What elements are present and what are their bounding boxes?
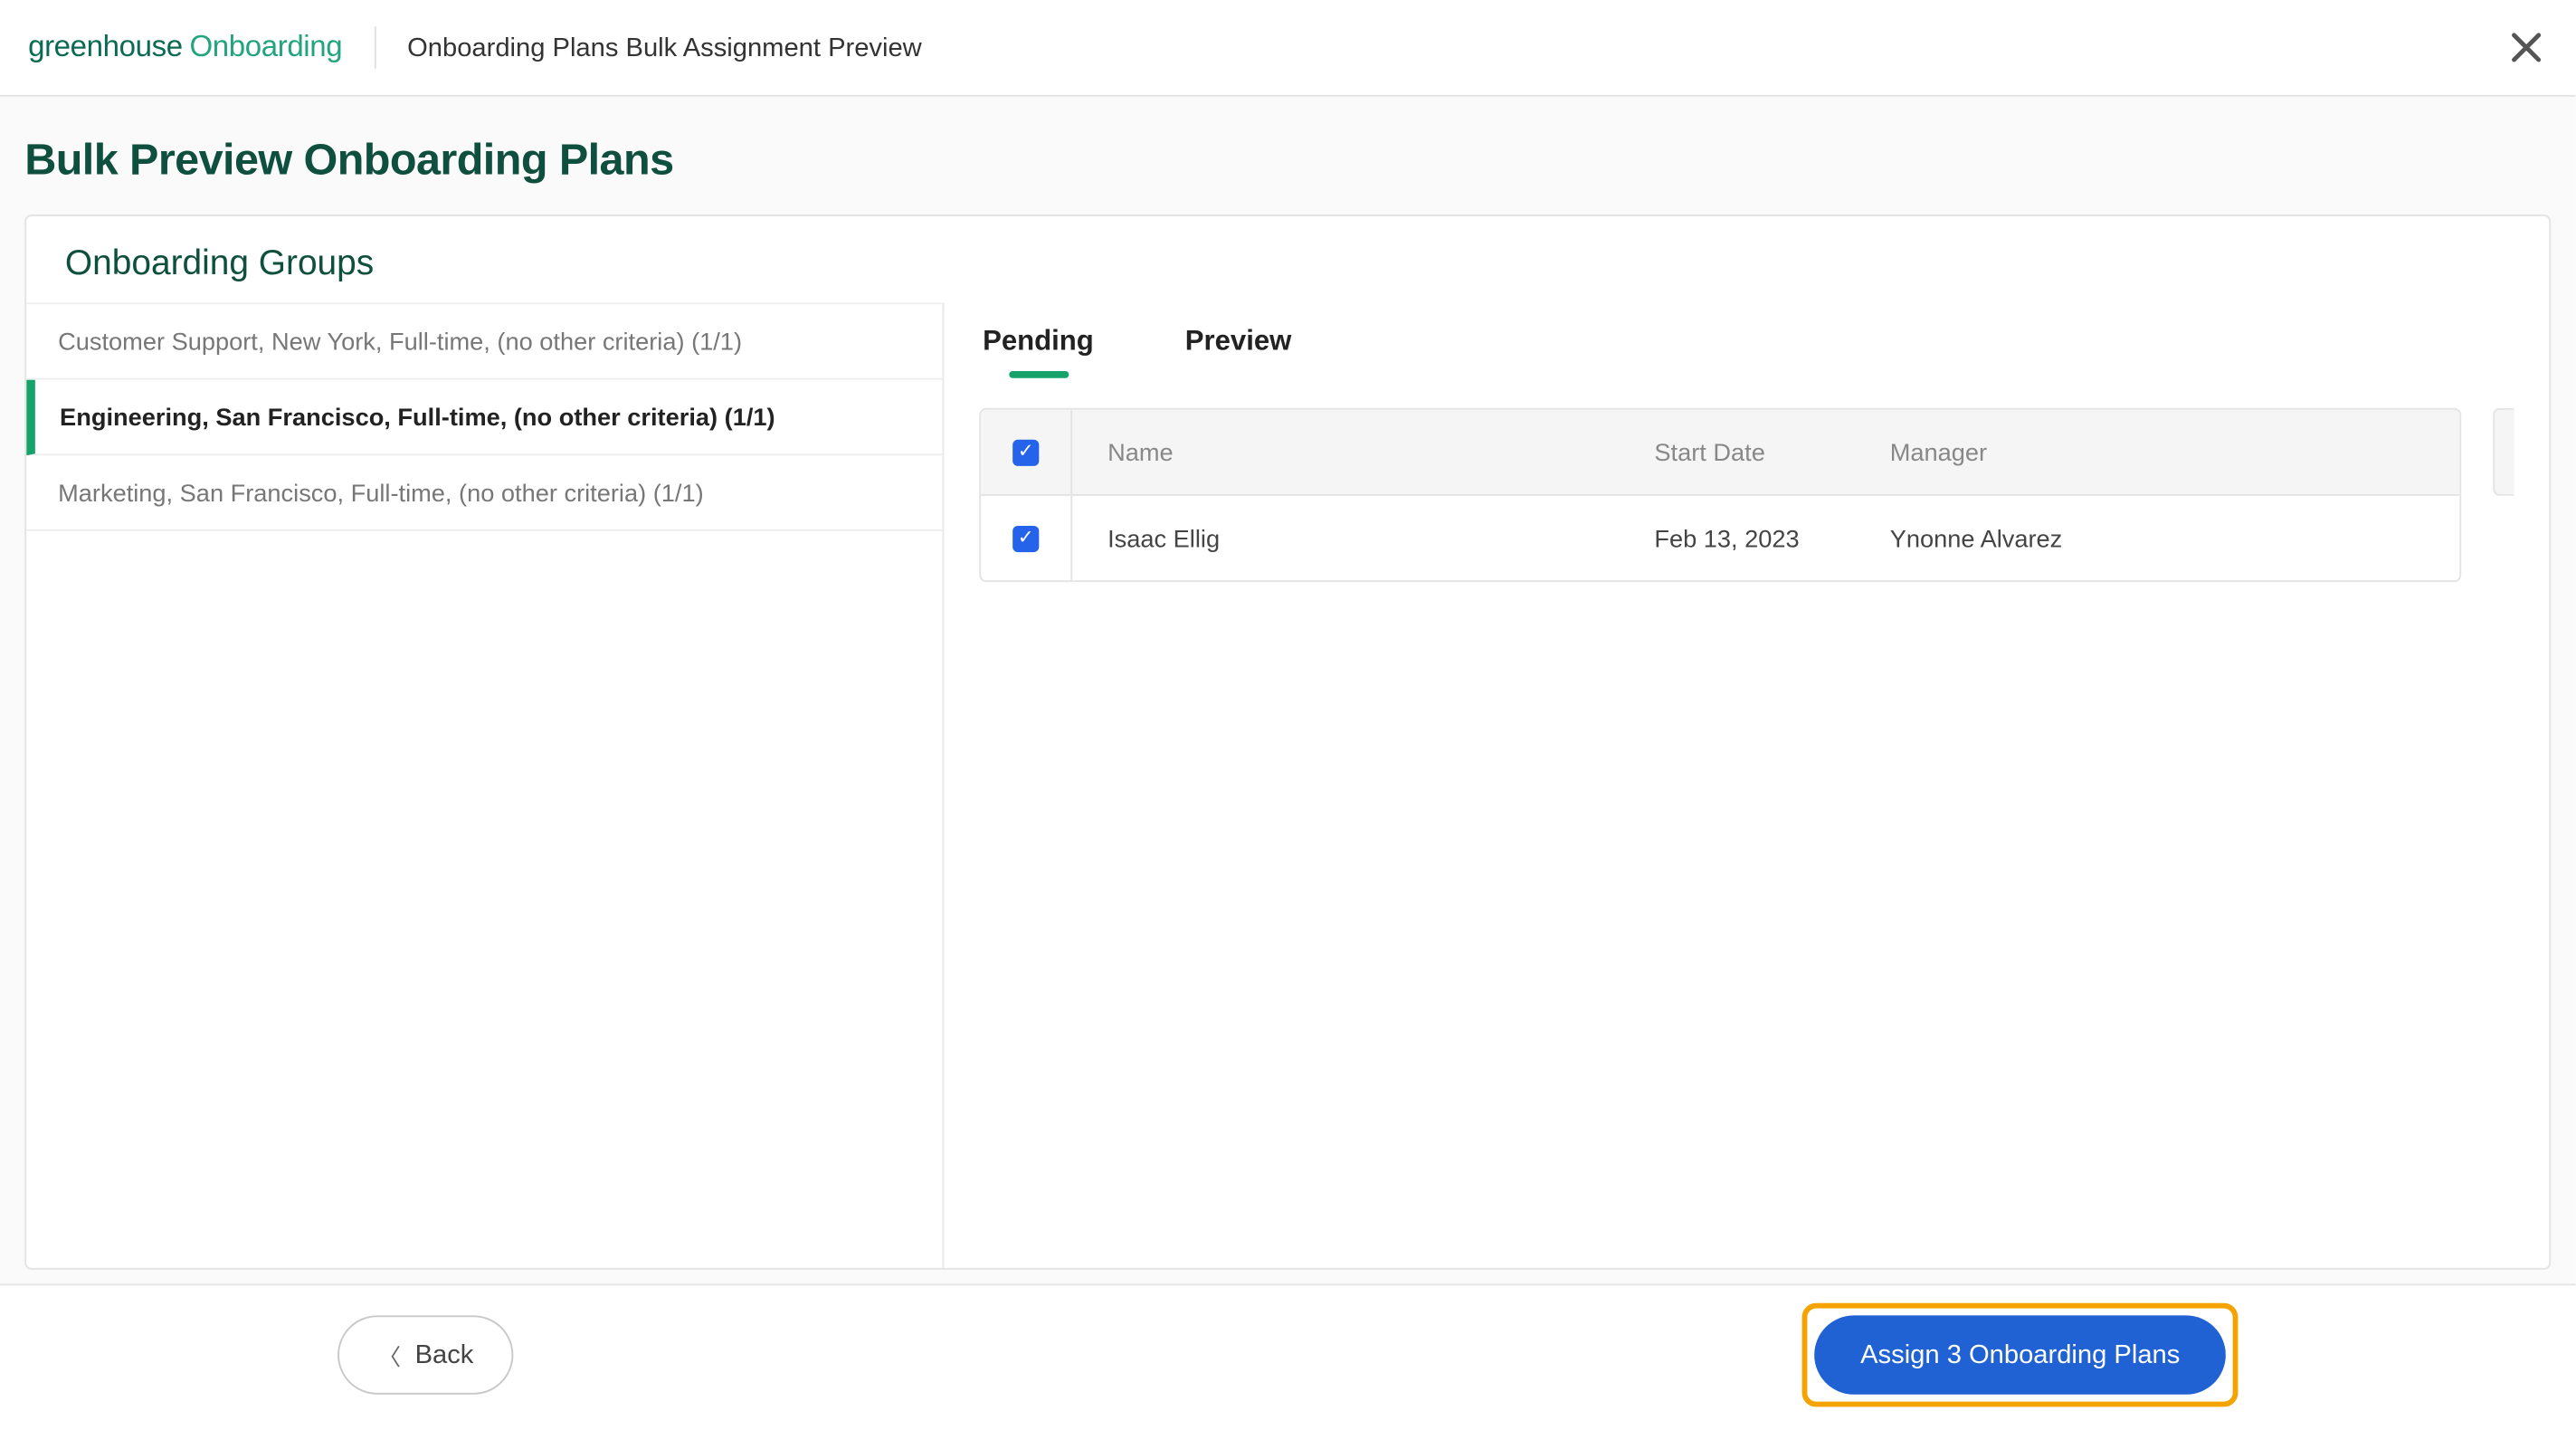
close-icon bbox=[2505, 26, 2548, 69]
page-title: Bulk Preview Onboarding Plans bbox=[24, 97, 2551, 214]
app-logo: greenhouse Onboarding bbox=[28, 30, 342, 65]
divider bbox=[374, 26, 375, 69]
assign-onboarding-plans-button[interactable]: Assign 3 Onboarding Plans bbox=[1815, 1315, 2226, 1394]
sidebar-item-engineering[interactable]: Engineering, San Francisco, Full-time, (… bbox=[26, 380, 942, 456]
logo-primary: greenhouse bbox=[28, 30, 183, 65]
header-manager: Manager bbox=[1872, 410, 2459, 494]
tab-label: Pending bbox=[983, 327, 1094, 357]
tab-pending[interactable]: Pending bbox=[983, 327, 1094, 376]
overflow-table-peek bbox=[2493, 408, 2514, 496]
table-header: Name Start Date Manager bbox=[981, 410, 2459, 496]
groups-sidebar: Customer Support, New York, Full-time, (… bbox=[26, 302, 944, 1268]
panel-content: Customer Support, New York, Full-time, (… bbox=[26, 302, 2549, 1268]
checkbox-icon bbox=[1012, 439, 1039, 465]
sidebar-item-customer-support[interactable]: Customer Support, New York, Full-time, (… bbox=[26, 302, 942, 379]
footer-bar: 〈 Back Assign 3 Onboarding Plans bbox=[0, 1283, 2575, 1424]
sidebar-item-marketing[interactable]: Marketing, San Francisco, Full-time, (no… bbox=[26, 455, 942, 531]
sidebar-item-label: Marketing, San Francisco, Full-time, (no… bbox=[58, 478, 704, 506]
close-button[interactable] bbox=[2505, 26, 2548, 69]
header-name: Name bbox=[1072, 410, 1637, 494]
sidebar-item-label: Customer Support, New York, Full-time, (… bbox=[58, 327, 742, 355]
tab-preview[interactable]: Preview bbox=[1185, 327, 1292, 376]
cell-name: Isaac Ellig bbox=[1072, 496, 1637, 580]
page-body: Bulk Preview Onboarding Plans Onboarding… bbox=[0, 97, 2575, 1284]
assign-highlight: Assign 3 Onboarding Plans bbox=[1802, 1303, 2238, 1407]
breadcrumb: Onboarding Plans Bulk Assignment Preview bbox=[407, 33, 922, 62]
row-checkbox[interactable] bbox=[981, 496, 1072, 580]
table-row[interactable]: Isaac Ellig Feb 13, 2023 Ynonne Alvarez bbox=[981, 496, 2459, 580]
cell-manager: Ynonne Alvarez bbox=[1872, 496, 2459, 580]
onboarding-groups-panel: Onboarding Groups Customer Support, New … bbox=[24, 214, 2551, 1270]
tabs: Pending Preview bbox=[979, 327, 2514, 376]
back-label: Back bbox=[415, 1340, 474, 1370]
cell-start-date: Feb 13, 2023 bbox=[1637, 496, 1872, 580]
logo-secondary: Onboarding bbox=[189, 30, 342, 65]
chevron-left-icon: 〈 bbox=[378, 1339, 401, 1372]
tab-label: Preview bbox=[1185, 327, 1292, 357]
panel-title: Onboarding Groups bbox=[26, 216, 2549, 302]
table-wrap: Name Start Date Manager Isaac Ellig Feb … bbox=[979, 408, 2514, 582]
detail-pane: Pending Preview Name bbox=[944, 302, 2549, 1268]
people-table: Name Start Date Manager Isaac Ellig Feb … bbox=[979, 408, 2461, 582]
header-select-all[interactable] bbox=[981, 410, 1072, 494]
header-start-date: Start Date bbox=[1637, 410, 1872, 494]
checkbox-icon bbox=[1012, 525, 1039, 551]
sidebar-item-label: Engineering, San Francisco, Full-time, (… bbox=[60, 403, 775, 431]
back-button[interactable]: 〈 Back bbox=[337, 1315, 514, 1394]
top-bar: greenhouse Onboarding Onboarding Plans B… bbox=[0, 0, 2575, 97]
